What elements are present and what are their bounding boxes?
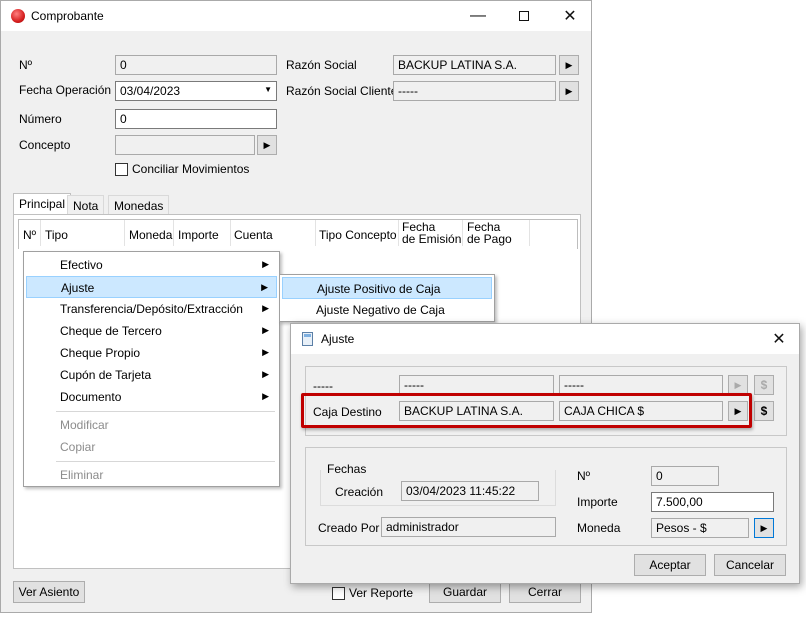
razon-cliente-field: ----- [393, 81, 556, 101]
menu-item-cheque-propio[interactable]: Cheque Propio ▶ [26, 342, 277, 364]
ajuste-dialog: Ajuste ✕ ----- ----- ----- ▶ $ Caja Dest… [290, 323, 800, 584]
concepto-select-button[interactable]: ▶ [257, 135, 277, 155]
nro-label: Nº [19, 58, 33, 72]
creado-por-label: Creado Por [318, 521, 380, 535]
menu-separator [56, 411, 275, 412]
fecha-label: Fecha Operación [19, 83, 112, 97]
concepto-label: Concepto [19, 138, 71, 152]
col-tipo-concepto: Tipo Concepto [319, 228, 397, 242]
menu-item-cheque-tercero[interactable]: Cheque de Tercero ▶ [26, 320, 277, 342]
importe-label: Importe [577, 495, 618, 509]
app-icon [11, 9, 25, 23]
row1-field1: ----- [399, 375, 554, 395]
ver-asiento-button[interactable]: Ver Asiento [13, 581, 85, 603]
submenu-arrow-icon: ▶ [262, 259, 269, 269]
tab-nota[interactable]: Nota [67, 195, 105, 215]
menu-item-cupon-tarjeta[interactable]: Cupón de Tarjeta ▶ [26, 364, 277, 386]
menu-item-documento[interactable]: Documento ▶ [26, 386, 277, 408]
menu-item-modificar: Modificar [60, 418, 109, 432]
menu-item-ajuste-negativo[interactable]: Ajuste Negativo de Caja [282, 299, 492, 321]
row1-label: ----- [313, 379, 333, 393]
guardar-button[interactable]: Guardar [429, 581, 501, 603]
tab-monedas[interactable]: Monedas [108, 195, 170, 215]
col-fecha-emision: Fecha de Emisión [402, 220, 462, 246]
nro-field: 0 [115, 55, 277, 75]
ajuste-title: Ajuste [321, 332, 355, 346]
menu-separator [56, 461, 275, 462]
conciliar-label: Conciliar Movimientos [132, 162, 250, 176]
submenu-arrow-icon: ▶ [262, 347, 269, 357]
fecha-dropdown[interactable]: 03/04/2023 ▼ [115, 81, 277, 101]
menu-item-ajuste[interactable]: Ajuste ▶ [26, 276, 277, 298]
creacion-label: Creación [335, 485, 384, 499]
moneda-select-button[interactable]: ▶ [754, 518, 774, 538]
menu-item-ajuste-positivo[interactable]: Ajuste Positivo de Caja [282, 277, 492, 299]
conciliar-checkbox[interactable] [115, 163, 128, 176]
highlight-box [301, 393, 752, 428]
submenu-arrow-icon: ▶ [261, 282, 268, 292]
minimize-icon[interactable]: — [455, 1, 501, 31]
fecha-value: 03/04/2023 [120, 84, 181, 98]
nro-label: Nº [577, 469, 591, 483]
razon-cliente-label: Razón Social Cliente [286, 84, 398, 98]
concepto-field [115, 135, 255, 155]
menu-item-transferencia[interactable]: Transferencia/Depósito/Extracción ▶ [26, 298, 277, 320]
menu-item-copiar: Copiar [60, 440, 96, 454]
razon-cliente-select-button[interactable]: ▶ [559, 81, 579, 101]
col-tipo: Tipo [45, 228, 68, 242]
window-title: Comprobante [31, 9, 104, 23]
ver-reporte-label: Ver Reporte [349, 586, 414, 600]
currency-button[interactable]: $ [754, 401, 774, 421]
close-icon[interactable]: ✕ [547, 1, 593, 31]
col-nro: Nº [23, 228, 37, 242]
razon-field: BACKUP LATINA S.A. [393, 55, 556, 75]
numero-label: Número [19, 112, 62, 126]
cancelar-button[interactable]: Cancelar [714, 554, 786, 576]
context-menu: Efectivo ▶ Ajuste ▶ Transferencia/Depósito… [23, 251, 280, 487]
razon-label: Razón Social [286, 58, 357, 72]
submenu-arrow-icon: ▶ [262, 369, 269, 379]
title-bar: Comprobante — ✕ [1, 1, 591, 31]
aceptar-button[interactable]: Aceptar [634, 554, 706, 576]
importe-input[interactable]: 7.500,00 [651, 492, 774, 512]
tab-principal[interactable]: Principal [13, 193, 72, 215]
row1-currency-button: $ [754, 375, 774, 395]
chevron-down-icon: ▼ [264, 85, 272, 94]
cerrar-button[interactable]: Cerrar [509, 581, 581, 603]
submenu-arrow-icon: ▶ [262, 325, 269, 335]
col-fecha-pago: Fecha de Pago [467, 220, 512, 246]
menu-item-efectivo[interactable]: Efectivo ▶ [26, 254, 277, 276]
ver-reporte-checkbox[interactable] [332, 587, 345, 600]
creado-por-field: administrador [381, 517, 556, 537]
moneda-label: Moneda [577, 521, 621, 535]
submenu-arrow-icon: ▶ [262, 391, 269, 401]
creacion-field: 03/04/2023 11:45:22 [401, 481, 539, 501]
close-icon[interactable]: ✕ [759, 324, 799, 354]
razon-select-button[interactable]: ▶ [559, 55, 579, 75]
col-cuenta: Cuenta [234, 228, 273, 242]
row1-field2: ----- [559, 375, 723, 395]
moneda-field: Pesos - $ [651, 518, 749, 538]
col-moneda: Moneda [129, 228, 173, 242]
nro-field: 0 [651, 466, 719, 486]
col-importe: Importe [178, 228, 219, 242]
submenu-arrow-icon: ▶ [262, 303, 269, 313]
maximize-icon[interactable] [501, 1, 547, 31]
calculator-icon [302, 332, 313, 346]
ajuste-title-bar: Ajuste ✕ [291, 324, 799, 354]
row1-select-button: ▶ [728, 375, 748, 395]
numero-input[interactable]: 0 [115, 109, 277, 129]
ajuste-submenu: Ajuste Positivo de Caja Ajuste Negativo … [279, 274, 495, 322]
menu-item-eliminar: Eliminar [60, 468, 104, 482]
